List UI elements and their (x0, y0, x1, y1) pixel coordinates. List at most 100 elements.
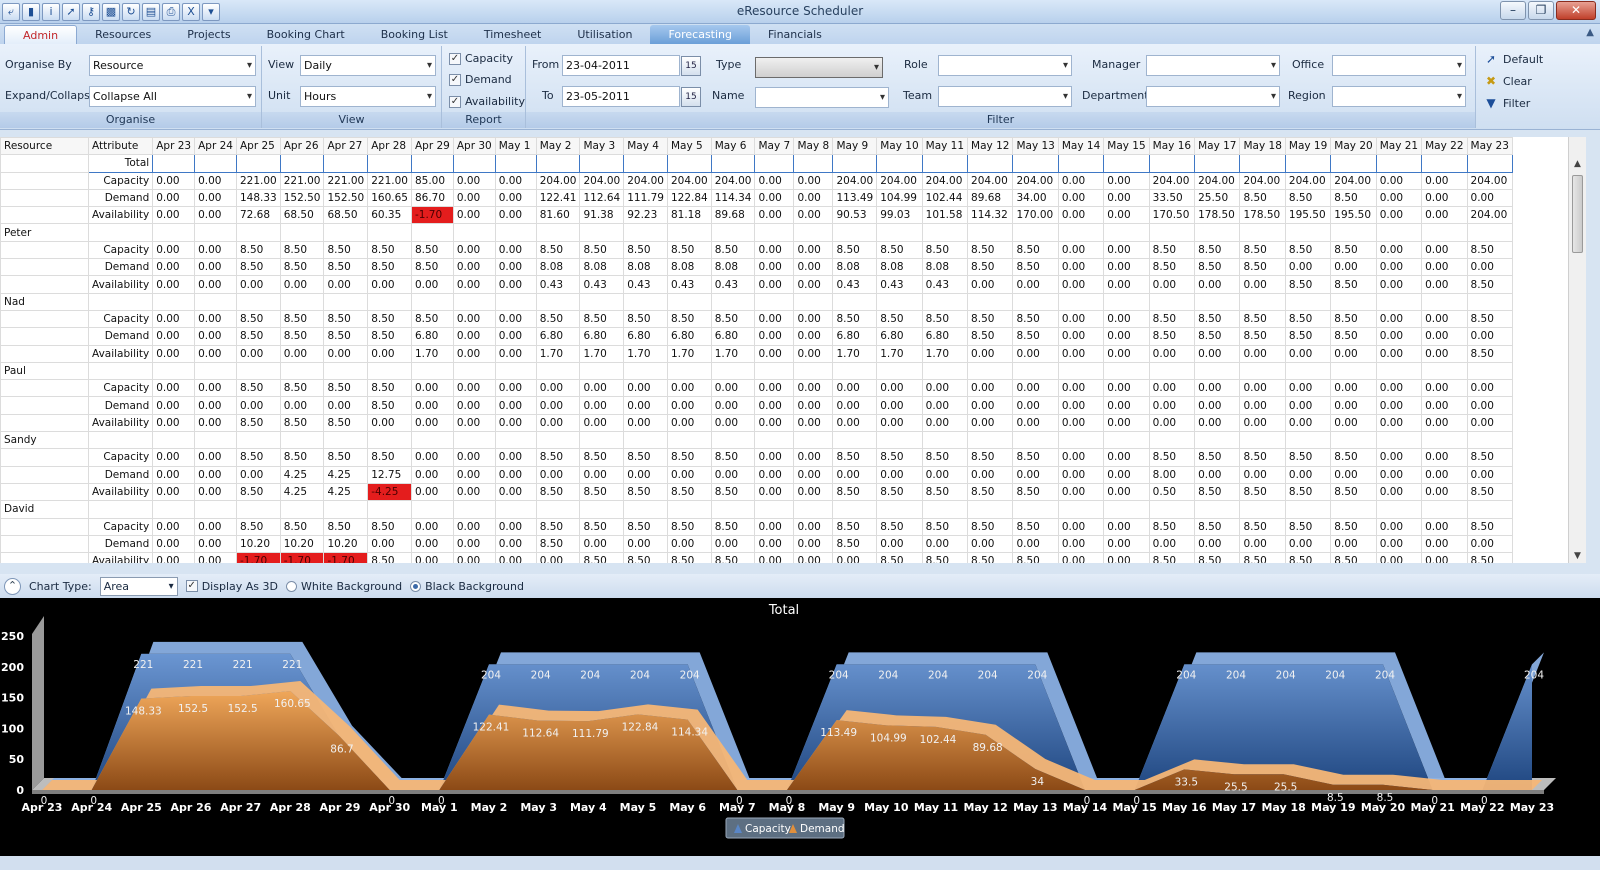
total-filter-cell[interactable] (367, 154, 412, 173)
value-cell[interactable]: 8.50 (1284, 309, 1332, 329)
value-cell[interactable]: 0.00 (754, 482, 795, 502)
value-cell[interactable]: 0.00 (710, 534, 756, 554)
value-cell[interactable]: 8.50 (323, 327, 369, 346)
value-cell[interactable]: 204.00 (1466, 206, 1513, 225)
table-row[interactable]: Demand 0.00 0.00 8.50 8.50 8.50 8.50 8.50 0.00 0.… (0, 258, 1513, 277)
value-cell[interactable]: 204.00 (710, 171, 756, 190)
value-cell[interactable]: 0.00 (1057, 240, 1105, 260)
value-cell[interactable]: 0.00 (793, 275, 834, 294)
value-cell[interactable]: 0.00 (754, 171, 795, 190)
value-cell[interactable]: 81.60 (535, 206, 581, 225)
value-cell[interactable]: 8.50 (710, 517, 756, 536)
manager-select[interactable] (1146, 55, 1280, 76)
value-cell[interactable]: 8.50 (235, 309, 281, 329)
value-cell[interactable]: 0.00 (754, 379, 795, 398)
value-cell[interactable]: 8.50 (323, 413, 369, 433)
value-cell[interactable]: 8.50 (323, 448, 369, 467)
value-cell[interactable]: 0.00 (754, 413, 795, 433)
value-cell[interactable]: 8.50 (1239, 552, 1286, 563)
value-cell[interactable]: 0.00 (535, 379, 581, 398)
value-cell[interactable]: 0.00 (452, 552, 496, 563)
value-cell[interactable]: 25.50 (1194, 188, 1241, 208)
value-cell[interactable]: 0.00 (1103, 344, 1150, 363)
header-date[interactable]: May 21 (1375, 137, 1423, 156)
value-cell[interactable]: 0.00 (1057, 413, 1105, 433)
value-cell[interactable]: 8.50 (279, 258, 325, 277)
value-cell[interactable]: 0.00 (921, 534, 969, 554)
value-cell[interactable]: 72.68 (235, 206, 281, 225)
value-cell[interactable]: 0.00 (452, 206, 496, 225)
value-cell[interactable]: 1.70 (535, 344, 581, 363)
value-cell[interactable]: 12.75 (367, 465, 412, 484)
maximize-icon[interactable]: ❐ (1528, 1, 1554, 20)
value-cell[interactable]: 8.50 (1466, 344, 1513, 363)
value-cell[interactable]: 89.68 (967, 188, 1014, 208)
value-cell[interactable]: 8.50 (710, 240, 756, 260)
value-cell[interactable]: 0.00 (194, 240, 237, 260)
value-cell[interactable]: 0.00 (235, 344, 281, 363)
value-cell[interactable]: 0.00 (452, 188, 496, 208)
tab-forecasting[interactable]: Forecasting (650, 25, 750, 44)
value-cell[interactable]: 6.80 (876, 327, 923, 346)
tab-booking-chart[interactable]: Booking Chart (249, 25, 363, 44)
value-cell[interactable]: 0.00 (754, 396, 795, 415)
value-cell[interactable]: 0.00 (1330, 258, 1377, 277)
minimize-icon[interactable]: – (1500, 1, 1526, 20)
scroll-up-icon[interactable]: ▲ (1569, 159, 1586, 169)
value-cell[interactable]: 0.00 (967, 465, 1014, 484)
value-cell[interactable]: 0.00 (1103, 188, 1150, 208)
value-cell[interactable]: 0.00 (494, 309, 537, 329)
value-cell[interactable]: 8.08 (579, 258, 625, 277)
value-cell[interactable]: 8.50 (279, 379, 325, 398)
value-cell[interactable]: 0.43 (623, 275, 668, 294)
value-cell[interactable]: 0.00 (1375, 240, 1423, 260)
value-cell[interactable]: 0.00 (1194, 465, 1241, 484)
value-cell[interactable]: 0.00 (1421, 275, 1468, 294)
value-cell[interactable]: 8.50 (579, 448, 625, 467)
value-cell[interactable]: 0.00 (1284, 413, 1332, 433)
value-cell[interactable]: 0.00 (666, 379, 712, 398)
value-cell[interactable]: 0.00 (754, 206, 795, 225)
value-cell[interactable]: 0.00 (1421, 171, 1468, 190)
unit-select[interactable]: Hours (300, 86, 436, 107)
value-cell[interactable]: 0.00 (152, 552, 196, 563)
value-cell[interactable]: -1.70 (235, 552, 281, 563)
value-cell[interactable]: 8.50 (876, 517, 923, 536)
value-cell[interactable]: 8.50 (1194, 309, 1241, 329)
table-row[interactable]: Demand 0.00 0.00 8.50 8.50 8.50 8.50 6.80 0.00 0.… (0, 327, 1513, 346)
value-cell[interactable]: 0.00 (152, 396, 196, 415)
value-cell[interactable]: 0.00 (1103, 517, 1150, 536)
tab-utilisation[interactable]: Utilisation (559, 25, 650, 44)
total-filter-cell[interactable] (410, 154, 454, 173)
value-cell[interactable]: 8.50 (1012, 517, 1059, 536)
value-cell[interactable]: 204.00 (1148, 171, 1196, 190)
value-cell[interactable]: 0.00 (1375, 413, 1423, 433)
value-cell[interactable]: 8.50 (1148, 517, 1196, 536)
value-cell[interactable]: 8.50 (876, 448, 923, 467)
value-cell[interactable]: 148.33 (235, 188, 281, 208)
display-3d-checkbox[interactable]: ✓ (185, 580, 198, 592)
value-cell[interactable]: 6.80 (710, 327, 756, 346)
value-cell[interactable]: 0.00 (1375, 482, 1423, 502)
value-cell[interactable]: 8.50 (367, 448, 412, 467)
value-cell[interactable]: 0.00 (832, 396, 878, 415)
value-cell[interactable]: 0.50 (1148, 482, 1196, 502)
value-cell[interactable]: 8.50 (967, 258, 1014, 277)
value-cell[interactable]: 0.00 (876, 413, 923, 433)
value-cell[interactable]: 8.50 (967, 240, 1014, 260)
value-cell[interactable]: 204.00 (1194, 171, 1241, 190)
header-date[interactable]: Apr 29 (410, 137, 454, 156)
value-cell[interactable]: 10.20 (235, 534, 281, 554)
value-cell[interactable]: 0.00 (921, 465, 969, 484)
value-cell[interactable]: 8.50 (1330, 552, 1377, 563)
value-cell[interactable]: 0.00 (194, 448, 237, 467)
value-cell[interactable]: 8.50 (1330, 275, 1377, 294)
value-cell[interactable]: 0.00 (1057, 379, 1105, 398)
resource-group-row[interactable]: David (0, 500, 1513, 519)
value-cell[interactable]: 8.50 (235, 258, 281, 277)
value-cell[interactable]: 8.50 (623, 482, 668, 502)
value-cell[interactable]: 0.00 (1057, 275, 1105, 294)
value-cell[interactable]: 0.00 (793, 171, 834, 190)
table-row[interactable]: Capacity 0.00 0.00 8.50 8.50 8.50 8.50 8.50 0.00… (0, 240, 1513, 260)
value-cell[interactable]: 8.50 (235, 379, 281, 398)
